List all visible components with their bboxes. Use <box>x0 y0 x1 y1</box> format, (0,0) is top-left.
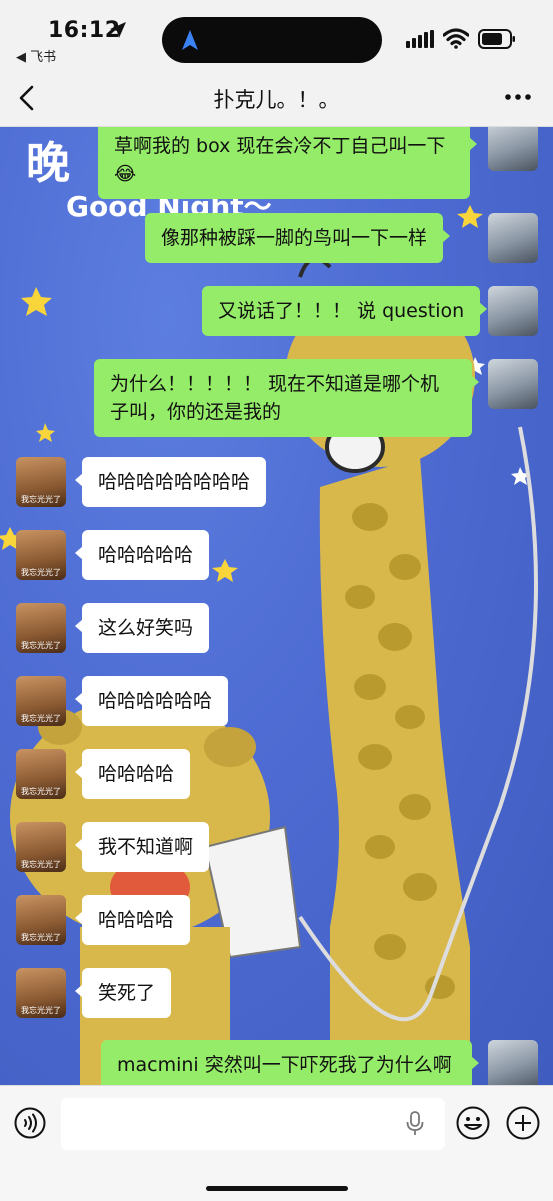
contact-avatar[interactable]: 我忘光光了 <box>16 603 66 653</box>
contact-message-bubble[interactable]: 哈哈哈哈哈哈哈哈 <box>74 457 267 507</box>
contact-avatar[interactable]: 我忘光光了 <box>16 749 66 799</box>
my-message-bubble[interactable]: 草啊我的 box 现在会冷不丁自己叫一下😂 <box>98 127 477 199</box>
navigation-arrow-icon <box>182 30 198 50</box>
message-input-bar <box>0 1085 553 1201</box>
contact-message-bubble[interactable]: 这么好笑吗 <box>74 603 210 653</box>
contact-message-bubble[interactable]: 哈哈哈哈 <box>74 749 191 799</box>
add-attachment-icon[interactable] <box>506 1106 540 1140</box>
wallpaper-big-glyph: 晚 <box>26 138 70 189</box>
contact-avatar[interactable]: 我忘光光了 <box>16 895 66 945</box>
contact-message-bubble[interactable]: 哈哈哈哈哈 <box>74 530 210 580</box>
contact-avatar[interactable]: 我忘光光了 <box>16 530 66 580</box>
my-message-bubble[interactable]: 像那种被踩一脚的鸟叫一下一样 <box>145 213 451 263</box>
voice-mode-icon[interactable] <box>14 1107 46 1139</box>
chat-header: 扑克儿。！。 <box>0 70 553 127</box>
contact-avatar[interactable]: 我忘光光了 <box>16 822 66 872</box>
microphone-icon[interactable] <box>405 1111 425 1137</box>
my-message-bubble[interactable]: macmini 突然叫一下吓死我了为什么啊 <box>101 1040 479 1085</box>
message-text-field[interactable] <box>61 1098 445 1150</box>
contact-message-bubble[interactable]: 哈哈哈哈 <box>74 895 191 945</box>
more-options-icon[interactable] <box>503 84 533 110</box>
my-message-bubble[interactable]: 为什么！！！！！ 现在不知道是哪个机子叫，你的还是我的 <box>94 359 479 437</box>
contact-avatar[interactable]: 我忘光光了 <box>16 457 66 507</box>
contact-message-bubble[interactable]: 我不知道啊 <box>74 822 210 872</box>
cellular-signal-icon <box>406 30 434 48</box>
battery-icon <box>478 29 515 49</box>
emoji-icon[interactable] <box>456 1106 490 1140</box>
my-avatar[interactable] <box>488 127 538 171</box>
contact-avatar[interactable]: 我忘光光了 <box>16 968 66 1018</box>
my-avatar[interactable] <box>488 1040 538 1085</box>
chat-message-area[interactable]: 晚 Good Night～ 草啊我的 box 现在会冷不丁自己叫一下😂 像那种被… <box>0 127 553 1085</box>
chat-title: 扑克儿。！。 <box>213 88 340 112</box>
my-avatar[interactable] <box>488 286 538 336</box>
my-avatar[interactable] <box>488 213 538 263</box>
dynamic-island <box>162 17 382 63</box>
my-message-bubble[interactable]: 又说话了！！！ 说 question <box>202 286 488 336</box>
my-avatar[interactable] <box>488 359 538 409</box>
wifi-icon <box>443 28 469 49</box>
location-arrow-icon <box>110 22 126 38</box>
home-indicator[interactable] <box>206 1186 348 1191</box>
contact-message-bubble[interactable]: 哈哈哈哈哈哈 <box>74 676 229 726</box>
contact-message-bubble[interactable]: 笑死了 <box>74 968 172 1018</box>
contact-avatar[interactable]: 我忘光光了 <box>16 676 66 726</box>
back-to-app-link[interactable]: ◀ 飞书 <box>16 46 56 65</box>
status-bar: 16:12 ◀ 飞书 <box>0 0 553 70</box>
